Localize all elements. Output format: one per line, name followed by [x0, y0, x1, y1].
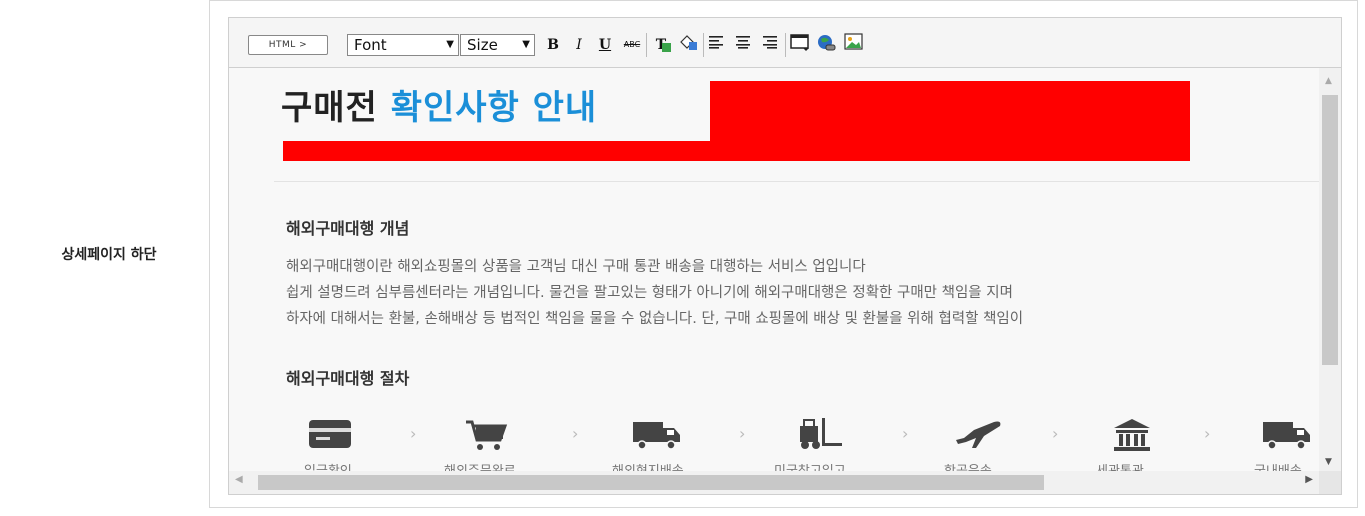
horizontal-scroll-thumb[interactable]: [258, 475, 1044, 490]
page-title: 구매전 확인사항 안내: [281, 80, 597, 129]
chevron-down-icon: ▼: [522, 39, 530, 50]
scroll-up-icon[interactable]: ▲: [1325, 76, 1332, 86]
color-swatch: [662, 43, 671, 52]
scroll-right-icon[interactable]: ▶: [1305, 474, 1313, 485]
background-color-button[interactable]: [677, 33, 699, 57]
section1-line: 하자에 대해서는 환불, 손해배상 등 법적인 책임을 물을 수 없습니다. 단…: [286, 311, 1024, 327]
title-part2: 확인사항 안내: [390, 88, 598, 128]
row-label: 상세페이지 하단: [61, 247, 157, 263]
align-right-icon: [763, 36, 777, 49]
scroll-left-icon[interactable]: ◀: [235, 474, 243, 485]
font-select-value: Font: [354, 36, 387, 54]
scroll-down-icon[interactable]: ▼: [1325, 457, 1332, 467]
section1-heading: 해외구매대행 개념: [286, 219, 410, 238]
horizontal-scrollbar[interactable]: ◀ ▶: [229, 471, 1319, 494]
paint-bucket-icon: [680, 35, 697, 50]
step-arrow-icon: ›: [572, 424, 579, 443]
detail-page-preview: 구매전 확인사항 안내 해외구매대행 개념 해외구매대행이란 해외쇼핑몰의 상품…: [274, 68, 1319, 471]
chevron-down-icon: ▼: [446, 39, 454, 50]
html-mode-button[interactable]: HTML >: [248, 35, 328, 55]
insert-link-button[interactable]: [815, 33, 837, 57]
forklift-icon: [796, 418, 846, 456]
step-arrow-icon: ›: [1204, 424, 1211, 443]
divider: [274, 181, 1319, 182]
size-select[interactable]: Size ▼: [460, 34, 535, 56]
title-part1: 구매전: [281, 88, 378, 128]
toolbar-divider: [785, 33, 786, 57]
step-label: 해외주문완료: [444, 460, 516, 471]
bold-button[interactable]: B: [542, 33, 564, 57]
step-arrow-icon: ›: [739, 424, 746, 443]
align-center-icon: [736, 36, 750, 49]
cart-icon: [464, 418, 508, 458]
section1-line: 쉽게 설명드려 심부름센터라는 개념입니다. 물건을 팔고있는 형태가 아니기에…: [286, 285, 1013, 301]
insert-image-button[interactable]: [843, 33, 865, 57]
toolbar-divider: [646, 33, 647, 57]
vertical-scroll-thumb[interactable]: [1322, 95, 1338, 365]
text-color-button[interactable]: T: [650, 33, 672, 57]
strikethrough-button[interactable]: ABC: [621, 33, 643, 57]
airplane-icon: [954, 418, 1006, 456]
scrollbar-corner: [1319, 471, 1341, 494]
step-arrow-icon: ›: [410, 424, 417, 443]
step-arrow-icon: ›: [1052, 424, 1059, 443]
align-right-button[interactable]: [759, 33, 781, 57]
step-label: 입금확인: [304, 460, 352, 471]
globe-link-icon: [818, 35, 836, 51]
align-left-button[interactable]: [705, 33, 727, 57]
align-left-icon: [709, 36, 723, 49]
truck-icon: [1262, 418, 1312, 456]
editor-toolbar: HTML > Font ▼ Size ▼ B I U ABC T: [229, 18, 1341, 68]
bank-icon: [1112, 418, 1152, 458]
window-icon: [790, 34, 809, 51]
redaction-bar: [283, 141, 1190, 161]
font-select[interactable]: Font ▼: [347, 34, 459, 56]
underline-button[interactable]: U: [594, 33, 616, 57]
step-arrow-icon: ›: [902, 424, 909, 443]
section2-heading: 해외구매대행 절차: [286, 369, 410, 388]
align-center-button[interactable]: [732, 33, 754, 57]
step-label: 미국창고입고: [774, 460, 846, 471]
step-label: 해외현지배송: [612, 460, 684, 471]
step-label: 항공운송: [944, 460, 992, 471]
row-label-cell: 상세페이지 하단: [8, 0, 210, 508]
credit-card-icon: [308, 418, 352, 454]
insert-table-button[interactable]: [789, 33, 811, 57]
vertical-scrollbar[interactable]: ▲ ▼: [1319, 68, 1341, 471]
image-icon: [844, 33, 863, 50]
editor-content[interactable]: 구매전 확인사항 안내 해외구매대행 개념 해외구매대행이란 해외쇼핑몰의 상품…: [229, 68, 1319, 471]
size-select-value: Size: [467, 36, 498, 54]
italic-button[interactable]: I: [568, 33, 590, 57]
step-label: 세관통관: [1096, 460, 1144, 471]
rich-text-editor[interactable]: HTML > Font ▼ Size ▼ B I U ABC T 구매전 확인사…: [228, 17, 1342, 495]
step-label: 국내배송: [1254, 460, 1302, 471]
toolbar-divider: [703, 33, 704, 57]
truck-icon: [632, 418, 682, 456]
section1-line: 해외구매대행이란 해외쇼핑몰의 상품을 고객님 대신 구매 통관 배송을 대행하…: [286, 259, 866, 275]
